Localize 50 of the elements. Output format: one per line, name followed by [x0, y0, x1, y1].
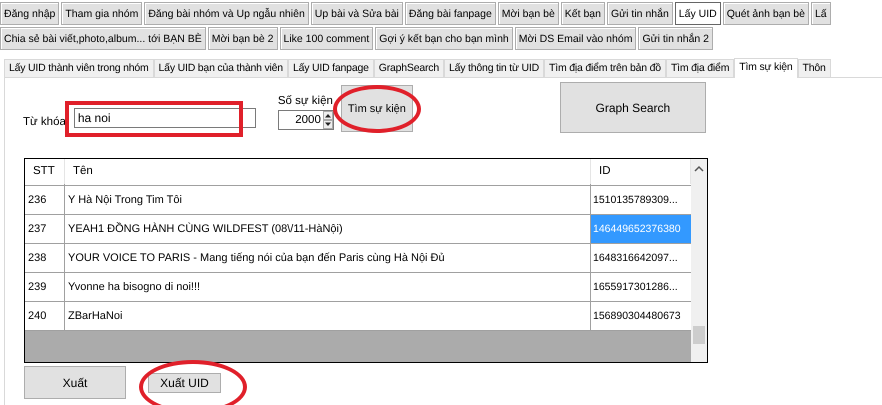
tab[interactable]: Lấy thông tin từ UID — [444, 59, 544, 77]
toolbar-button[interactable]: Gửi tin nhắn — [606, 2, 673, 25]
table-cell: 238 — [25, 244, 65, 272]
tab[interactable]: GraphSearch — [374, 59, 444, 77]
export-uid-button[interactable]: Xuất UID — [148, 373, 221, 393]
toolbar-button[interactable]: Up bài và Sửa bài — [310, 2, 403, 25]
toolbar-button[interactable]: Mời DS Email vào nhóm — [514, 27, 636, 50]
tab[interactable]: Tìm địa điểm — [666, 59, 734, 77]
scrollbar-thumb[interactable] — [693, 326, 705, 344]
table-cell: Yvonne ha bisogno di noi!!! — [65, 273, 591, 301]
tab[interactable]: Thôn — [798, 59, 831, 77]
toolbar-button[interactable]: Đăng bài fanpage — [404, 2, 496, 25]
tab[interactable]: Tìm địa điểm trên bản đồ — [544, 59, 666, 77]
table-cell[interactable]: 156890304480673 — [591, 302, 691, 330]
toolbar-button[interactable]: Mời bạn bè — [498, 2, 559, 25]
event-count-label: Số sự kiện — [278, 95, 334, 107]
event-count-spinner[interactable]: 2000 — [278, 110, 334, 130]
graph-search-button[interactable]: Graph Search — [560, 82, 706, 133]
toolbar-button[interactable]: Lấ — [810, 2, 831, 25]
table-cell: Y Hà Nội Trong Tim Tôi — [65, 186, 591, 214]
tab[interactable]: Lấy UID bạn của thành viên — [154, 59, 288, 77]
toolbar-button[interactable]: Tham gia nhóm — [61, 2, 142, 25]
toolbar-button[interactable]: Kết bạn — [560, 2, 605, 25]
toolbar-button[interactable]: Đăng bài nhóm và Up ngẫu nhiên — [144, 2, 309, 25]
tab[interactable]: Tìm sự kiện — [734, 58, 798, 78]
table-cell[interactable]: 1648316642097... — [591, 244, 691, 272]
toolbar-button[interactable]: Like 100 comment — [280, 27, 374, 50]
table-cell[interactable]: 1510135789309... — [591, 186, 691, 214]
toolbar-button[interactable]: Gửi tin nhắn 2 — [638, 27, 714, 50]
table-cell: 239 — [25, 273, 65, 301]
scroll-up-icon[interactable] — [694, 165, 704, 173]
tab[interactable]: Lấy UID fanpage — [288, 59, 374, 77]
table-cell: 240 — [25, 302, 65, 330]
export-button[interactable]: Xuất — [24, 366, 126, 399]
table-cell: YOUR VOICE TO PARIS - Mang tiếng nói của bạn đến Paris cùng Hà Nội Đủ — [65, 244, 591, 272]
keyword-field[interactable]: ha noi — [74, 108, 256, 128]
tab[interactable]: Lấy UID thành viên trong nhóm — [4, 59, 154, 77]
toolbar-button[interactable]: Mời bạn bè 2 — [208, 27, 278, 50]
table-cell[interactable]: 1655917301286... — [591, 273, 691, 301]
toolbar-button[interactable]: Gợi ý kết bạn cho bạn mình — [375, 27, 513, 50]
table-cell: 236 — [25, 186, 65, 214]
toolbar-button[interactable]: Đăng nhập — [0, 2, 60, 25]
table-cell: ZBarHaNoi — [65, 302, 591, 330]
spinner-arrows-icon[interactable] — [322, 111, 333, 129]
table-cell: 237 — [25, 215, 65, 243]
toolbar-button[interactable]: Chia sẻ bài viết,photo,album... tới BẠN BÈ — [0, 27, 206, 50]
vertical-scrollbar[interactable] — [691, 159, 707, 362]
toolbar-button[interactable]: Quét ảnh bạn bè — [722, 2, 809, 25]
toolbar-button[interactable]: Lấy UID — [674, 2, 721, 25]
keyword-label: Từ khóa — [23, 116, 66, 128]
